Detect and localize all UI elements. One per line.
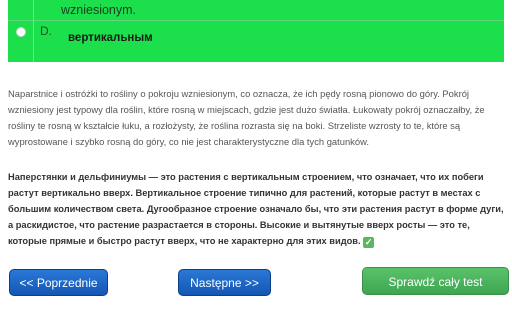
previous-option-text: wzniesionym. (61, 3, 137, 17)
option-text: вертикальным (68, 32, 153, 44)
explanation-polish: Naparstnice i ostróżki to rośliny o pokr… (8, 88, 485, 147)
next-button[interactable]: Następne >> (178, 269, 271, 296)
previous-button[interactable]: << Poprzednie (9, 269, 108, 296)
check-test-button[interactable]: Sprawdź cały test (362, 267, 509, 295)
option-divider (33, 0, 34, 62)
answer-radio[interactable] (16, 27, 26, 37)
row-separator (8, 20, 504, 21)
check-mark-icon: ✓ (363, 237, 375, 248)
correct-answer-option[interactable]: wzniesionym. D. вертикальным (8, 0, 504, 62)
explanation-russian-text: Наперстянки и дельфиниумы — это растения… (8, 172, 504, 246)
explanation-russian: Наперстянки и дельфиниумы — это растения… (8, 169, 504, 249)
option-letter: D. (40, 24, 52, 38)
